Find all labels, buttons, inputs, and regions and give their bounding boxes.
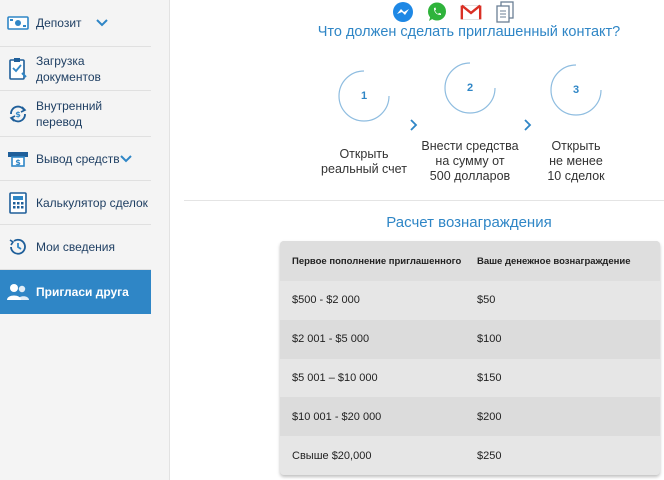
- sidebar-item-deposit[interactable]: Депозит: [0, 0, 151, 47]
- table-cell: $2 001 - $5 000: [292, 333, 370, 346]
- svg-text:$: $: [15, 158, 21, 167]
- step-text-line: Открыть: [551, 139, 601, 153]
- table-cell: $50: [477, 294, 496, 307]
- table-row: Свыше $20,000 $250: [280, 436, 660, 475]
- table-cell: $150: [477, 371, 502, 384]
- whatsapp-icon[interactable]: [426, 0, 448, 24]
- invite-question: Что должен сделать приглашенный контакт?: [317, 24, 621, 40]
- history-icon: [6, 235, 30, 259]
- sidebar-item-invite-friend[interactable]: Пригласи друга: [0, 270, 151, 314]
- table-cell: $200: [477, 410, 502, 423]
- sidebar-item-withdraw[interactable]: $ Вывод средств: [0, 137, 151, 181]
- table-header-row: Первое пополнение приглашенного Ваше ден…: [280, 241, 660, 281]
- main-content: Что должен сделать приглашенный контакт?…: [171, 0, 664, 480]
- gmail-icon[interactable]: [460, 0, 482, 24]
- chevron-right-icon: [410, 119, 418, 131]
- table-cell: $5 001 – $10 000: [292, 371, 378, 384]
- table-row: $2 001 - $5 000 $100: [280, 320, 660, 359]
- sidebar-item-label: Депозит: [36, 16, 82, 30]
- step-text-line: не менее: [549, 154, 603, 168]
- sidebar-item-transfer[interactable]: $ Внутренний перевод: [0, 91, 151, 137]
- messenger-icon[interactable]: [392, 0, 414, 24]
- sidebar-item-calculator[interactable]: Калькулятор сделок: [0, 181, 151, 225]
- calculator-icon: [6, 191, 30, 215]
- share-icons: [392, 0, 516, 24]
- sidebar-item-label: Калькулятор сделок: [36, 195, 148, 210]
- transfer-icon: $: [6, 102, 30, 126]
- sidebar-item-documents[interactable]: Загрузка документов: [0, 47, 151, 91]
- table-row: $10 001 - $20 000 $200: [280, 397, 660, 436]
- copy-icon[interactable]: [494, 0, 516, 24]
- sidebar: Депозит Загрузка документов $ Внутренний…: [0, 0, 170, 480]
- step-number: 1: [360, 90, 368, 102]
- document-upload-icon: [6, 57, 30, 81]
- sidebar-item-label: Мои сведения: [36, 240, 115, 254]
- table-cell: $250: [477, 449, 502, 462]
- step-text-line: 500 долларов: [429, 169, 511, 183]
- step-text: Открыть не менее 10 сделок: [516, 139, 636, 184]
- sidebar-item-label: Внутренний перевод: [36, 98, 103, 129]
- table-header-cell: Первое пополнение приглашенного: [292, 255, 462, 267]
- table-cell: Свыше $20,000: [292, 449, 372, 462]
- users-icon: [6, 280, 30, 304]
- table-header-cell: Ваше денежное вознаграждение: [477, 255, 631, 267]
- step-number: 3: [572, 84, 580, 96]
- step-text-line: Открыть: [339, 147, 389, 161]
- svg-text:$: $: [15, 110, 21, 119]
- reward-table: Первое пополнение приглашенного Ваше ден…: [280, 241, 660, 475]
- table-cell: $500 - $2 000: [292, 294, 360, 307]
- sidebar-item-label: Вывод средств: [36, 151, 120, 166]
- step-number: 2: [466, 82, 474, 94]
- table-row: $5 001 – $10 000 $150: [280, 358, 660, 398]
- withdraw-icon: $: [6, 147, 30, 171]
- sidebar-item-label: Загрузка документов: [36, 53, 101, 84]
- sidebar-item-label: Пригласи друга: [36, 285, 129, 299]
- chevron-down-icon[interactable]: [95, 17, 108, 29]
- section-divider: [184, 200, 664, 201]
- table-cell: $100: [477, 333, 502, 346]
- step-text: Открыть реальный счет: [304, 147, 424, 177]
- money-icon: [6, 11, 30, 35]
- table-row: $500 - $2 000 $50: [280, 281, 660, 320]
- step-text: Внести средства на сумму от 500 долларов: [410, 139, 530, 184]
- step-text-line: 10 сделок: [547, 169, 605, 183]
- step-text-line: Внести средства: [421, 139, 519, 153]
- step-text-line: реальный счет: [321, 162, 407, 176]
- chevron-down-icon[interactable]: [119, 153, 132, 165]
- sidebar-item-my-details[interactable]: Мои сведения: [0, 225, 151, 270]
- table-cell: $10 001 - $20 000: [292, 410, 382, 423]
- chevron-right-icon: [524, 119, 532, 131]
- step-text-line: на сумму от: [435, 154, 505, 168]
- reward-calc-title: Расчет вознаграждения: [386, 214, 552, 231]
